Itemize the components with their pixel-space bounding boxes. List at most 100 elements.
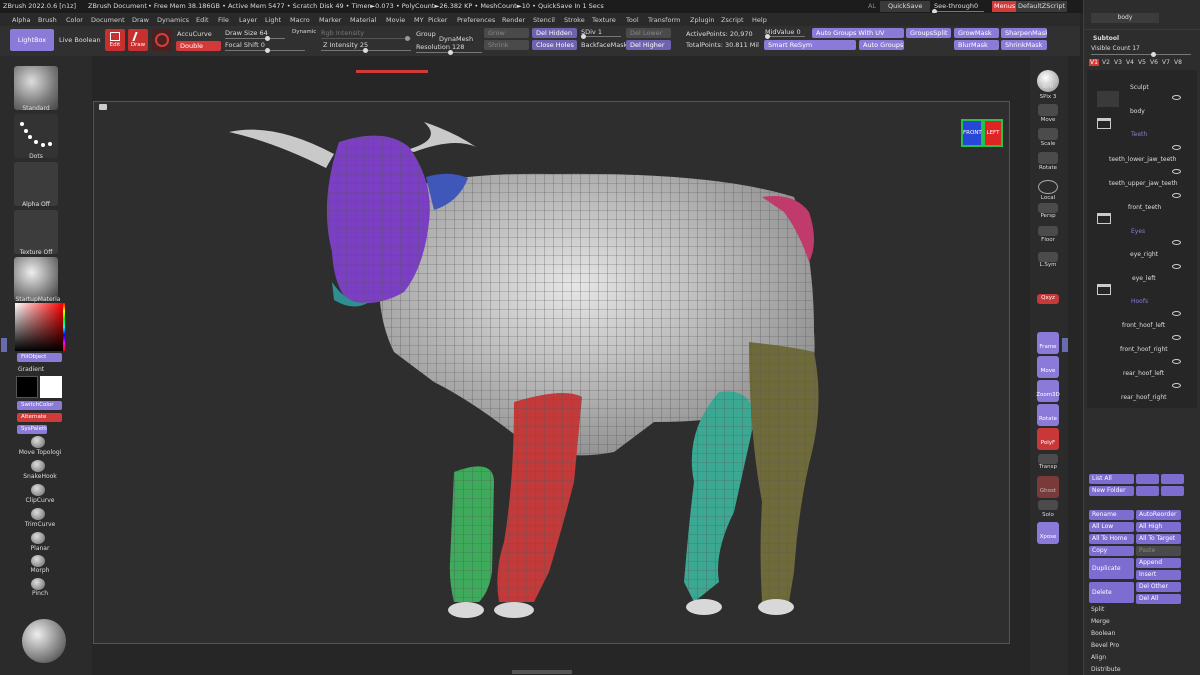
del-other-button[interactable]: Del Other (1136, 582, 1181, 592)
stroke-mode-button[interactable] (152, 29, 172, 51)
menu-edit[interactable]: Edit (196, 16, 209, 24)
arrow-up-icon[interactable] (1136, 486, 1159, 496)
menu-dynamics[interactable]: Dynamics (157, 16, 189, 24)
visible-count-slider[interactable] (1091, 52, 1191, 57)
version-v5[interactable]: V5 (1138, 59, 1146, 66)
secondary-color-swatch[interactable] (40, 376, 62, 398)
boolean-menu[interactable]: Boolean (1091, 630, 1115, 637)
rename-button[interactable]: Rename (1089, 510, 1134, 520)
double-button[interactable]: Double (176, 41, 221, 51)
z-intensity-slider[interactable] (321, 48, 411, 53)
folder-icon[interactable] (1097, 284, 1111, 295)
menu-light[interactable]: Light (265, 16, 281, 24)
del-higher-button[interactable]: Del Higher (626, 40, 671, 50)
new-folder-button[interactable]: New Folder (1089, 486, 1134, 496)
menu-transform[interactable]: Transform (648, 16, 680, 24)
ghost-icon[interactable] (1037, 476, 1059, 498)
folder-icon[interactable] (1097, 118, 1111, 129)
seethrough-slider[interactable] (932, 9, 984, 14)
all-to-target-button[interactable]: All To Target (1136, 534, 1181, 544)
active-tool-name[interactable]: body (1091, 13, 1159, 23)
version-v3[interactable]: V3 (1114, 59, 1122, 66)
focal-shift-slider[interactable] (225, 48, 305, 53)
dynamesh-button[interactable]: DynaMesh (439, 35, 473, 43)
version-v1[interactable]: V1 (1089, 59, 1099, 66)
eye-icon[interactable] (1172, 145, 1181, 150)
syspalette-button[interactable]: SysPalette (17, 425, 47, 434)
quicksave-button[interactable]: QuickSave (880, 1, 931, 12)
menu-zplugin[interactable]: Zplugin (690, 16, 715, 24)
gradient-label[interactable]: Gradient (18, 366, 44, 373)
lightbox-button[interactable]: LightBox (10, 29, 54, 51)
menu-my[interactable]: MY (414, 16, 424, 24)
menu-layer[interactable]: Layer (239, 16, 257, 24)
canvas-viewport[interactable]: FRONT LEFT (93, 101, 1010, 644)
move-topological-brush-icon[interactable] (31, 436, 45, 448)
version-v4[interactable]: V4 (1126, 59, 1134, 66)
eye-icon[interactable] (1172, 264, 1181, 269)
eye-icon[interactable] (1172, 335, 1181, 340)
subtool-folder-eyes[interactable]: Eyes (1131, 228, 1145, 235)
dots-stroke-icon[interactable] (14, 114, 58, 158)
menus-button[interactable]: Menus (992, 1, 1018, 12)
close-holes-button[interactable]: Close Holes (532, 40, 577, 50)
menu-help[interactable]: Help (752, 16, 767, 24)
del-all-button[interactable]: Del All (1136, 594, 1181, 604)
split-menu[interactable]: Split (1091, 606, 1104, 613)
zoom3d-icon[interactable] (1037, 380, 1059, 402)
move-up-button[interactable] (1136, 474, 1159, 484)
eye-icon[interactable] (1172, 311, 1181, 316)
duplicate-button[interactable]: Duplicate (1089, 558, 1134, 579)
material-sphere-icon[interactable] (14, 257, 58, 301)
eye-icon[interactable] (1172, 383, 1181, 388)
rotate-icon[interactable] (1038, 152, 1058, 164)
menu-marker[interactable]: Marker (319, 16, 341, 24)
bevel-pro-menu[interactable]: Bevel Pro (1091, 642, 1119, 649)
menu-stroke[interactable]: Stroke (564, 16, 585, 24)
midvalue-slider[interactable] (765, 34, 805, 39)
menu-preferences[interactable]: Preferences (457, 16, 495, 24)
menu-texture[interactable]: Texture (592, 16, 616, 24)
live-boolean-toggle[interactable]: Live Boolean (59, 36, 101, 44)
subtool-item-body[interactable]: body (1130, 108, 1145, 115)
morph-brush-icon[interactable] (31, 555, 45, 567)
body-thumbnail[interactable] (1097, 91, 1119, 107)
grow-button[interactable]: Grow (484, 28, 529, 38)
all-high-button[interactable]: All High (1136, 522, 1181, 532)
all-to-home-button[interactable]: All To Home (1089, 534, 1134, 544)
color-picker-square[interactable] (15, 303, 63, 351)
subtool-folder-teeth[interactable]: Teeth (1131, 131, 1147, 138)
alternate-button[interactable]: Alternate (17, 413, 62, 422)
subtool-folder-hoofs[interactable]: Hoofs (1131, 298, 1148, 305)
draw-size-slider[interactable] (225, 36, 285, 41)
xpose-icon[interactable] (1037, 522, 1059, 544)
fillobject-button[interactable]: FillObject (17, 353, 62, 362)
version-v8[interactable]: V8 (1174, 59, 1182, 66)
menu-zscript[interactable]: Zscript (721, 16, 744, 24)
align-menu[interactable]: Align (1091, 654, 1106, 661)
insert-button[interactable]: Insert (1136, 570, 1181, 580)
merge-menu[interactable]: Merge (1091, 618, 1110, 625)
spix-label[interactable]: SPix 3 (1031, 94, 1065, 100)
menu-document[interactable]: Document (91, 16, 125, 24)
standard-brush-icon[interactable] (14, 66, 58, 110)
backface-mask-toggle[interactable]: BackfaceMask (581, 41, 627, 49)
subtool-item-front-teeth[interactable]: front_teeth (1128, 204, 1161, 211)
bottom-tray-handle[interactable] (512, 670, 572, 674)
del-lower-button[interactable]: Del Lower (626, 28, 671, 38)
draw-button[interactable]: Draw (128, 29, 148, 51)
hue-strip[interactable] (63, 303, 65, 351)
orientation-gizmo[interactable]: FRONT LEFT (961, 111, 1007, 151)
subtool-item-rear-hoof-right[interactable]: rear_hoof_right (1121, 394, 1167, 401)
accucurve-toggle[interactable]: AccuCurve (177, 30, 212, 38)
groups-split-button[interactable]: GroupsSplit (906, 28, 951, 38)
pinch-brush-icon[interactable] (31, 578, 45, 590)
shrink-button[interactable]: Shrink (484, 40, 529, 50)
navigation-sphere-icon[interactable] (22, 619, 66, 663)
delete-button[interactable]: Delete (1089, 582, 1134, 603)
subtool-item-front-hoof-right[interactable]: front_hoof_right (1120, 346, 1168, 353)
local-icon[interactable] (1038, 180, 1058, 194)
right-tray-handle[interactable] (1062, 338, 1068, 352)
rgb-intensity-slider[interactable] (321, 36, 411, 41)
primary-color-swatch[interactable] (16, 376, 38, 398)
